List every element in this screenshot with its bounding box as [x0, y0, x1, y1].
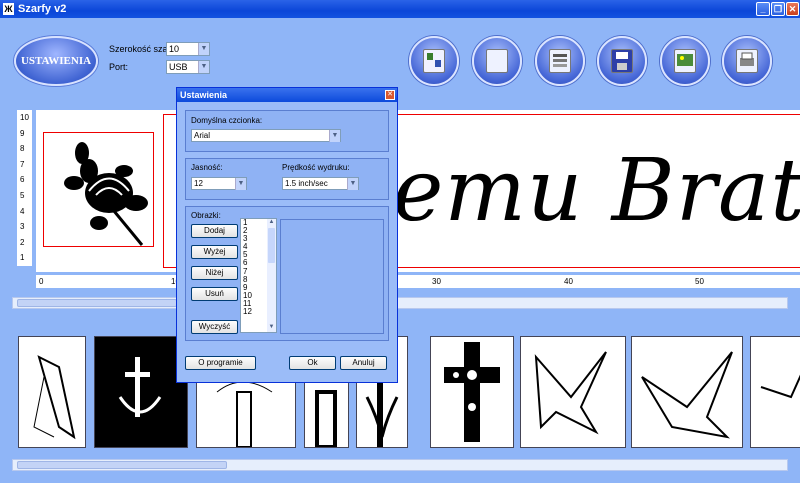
scroll-down-icon[interactable]: ▼ — [267, 324, 276, 332]
list-scrollbar[interactable]: ▲ ▼ — [267, 219, 276, 332]
ruler-tick: 7 — [20, 159, 25, 169]
canvas-scrollbar[interactable] — [12, 297, 788, 309]
image-frame — [43, 132, 154, 247]
port-select[interactable]: USB ▼ — [166, 60, 210, 74]
print-layout-button[interactable] — [535, 36, 585, 86]
image-preview — [280, 219, 384, 334]
ruler-tick: 40 — [564, 277, 573, 286]
port-value: USB — [169, 62, 188, 72]
ruler-tick: 30 — [432, 277, 441, 286]
ruler-tick: 9 — [20, 128, 25, 138]
move-down-button[interactable]: Niżej — [191, 266, 238, 280]
new-document-button[interactable] — [472, 36, 522, 86]
app-icon: Ж — [3, 3, 14, 15]
text-tool-button[interactable] — [409, 36, 459, 86]
images-label: Obrazki: — [191, 211, 221, 220]
print-group: Jasność: 12 ▼ Prędkość wydruku: 1.5 inch/… — [185, 158, 389, 200]
rose-icon — [64, 142, 148, 246]
dialog-title: Ustawienia — [177, 88, 397, 102]
title-bar: Ж Szarfy v2 _ ❐ ✕ — [0, 0, 800, 18]
print-layout-icon — [549, 49, 571, 73]
sash-text: iemu Bratu — [364, 141, 800, 241]
dove-icon[interactable] — [750, 336, 800, 448]
ruler-tick: 5 — [20, 190, 25, 200]
scrollbar-thumb[interactable] — [17, 461, 227, 469]
ruler-tick: 1 — [20, 253, 25, 263]
close-icon[interactable]: ✕ — [385, 90, 395, 100]
width-value: 10 — [169, 44, 180, 54]
cross-flame-icon[interactable] — [94, 336, 188, 448]
save-button[interactable] — [597, 36, 647, 86]
close-button[interactable]: ✕ — [786, 2, 799, 16]
speed-value: 1.5 inch/sec — [285, 179, 328, 188]
font-group: Domyślna czcionka: Arial ▼ — [185, 110, 389, 152]
print-button[interactable] — [722, 36, 772, 86]
horizontal-ruler: 0 10 20 30 40 50 — [36, 275, 800, 288]
chevron-down-icon[interactable]: ▼ — [198, 43, 209, 55]
chevron-down-icon[interactable]: ▼ — [347, 178, 358, 190]
dove-icon[interactable] — [631, 336, 743, 448]
brightness-select[interactable]: 12 ▼ — [191, 177, 247, 190]
settings-dialog: Ustawienia ✕ Domyślna czcionka: Arial ▼ J… — [176, 87, 398, 383]
ruler-tick: 6 — [20, 175, 25, 185]
picture-icon — [674, 49, 696, 73]
maximize-button[interactable]: ❐ — [771, 2, 785, 16]
vertical-ruler: 10 9 8 7 6 5 4 3 2 1 — [17, 110, 32, 266]
width-select[interactable]: 10 ▼ — [166, 42, 210, 56]
brightness-label: Jasność: — [191, 163, 223, 172]
scrollbar-thumb[interactable] — [268, 228, 275, 263]
clear-button[interactable]: Wyczyść — [191, 320, 238, 334]
chevron-down-icon[interactable]: ▼ — [235, 178, 246, 190]
scroll-up-icon[interactable]: ▲ — [267, 219, 276, 227]
ruler-tick: 3 — [20, 222, 25, 232]
font-select[interactable]: Arial ▼ — [191, 129, 341, 142]
thumbnail-strip — [18, 336, 800, 449]
ruler-tick: 2 — [20, 237, 25, 247]
window-title: Szarfy v2 — [18, 3, 67, 15]
chevron-down-icon[interactable]: ▼ — [198, 61, 209, 73]
speed-select[interactable]: 1.5 inch/sec ▼ — [282, 177, 359, 190]
brightness-value: 12 — [194, 179, 203, 188]
ruler-tick: 10 — [20, 113, 29, 122]
ruler-tick: 8 — [20, 144, 25, 154]
sash-canvas[interactable]: iemu Bratu — [36, 110, 800, 272]
images-list[interactable]: ▲ ▼ 1 2 3 4 5 6 7 8 9 10 11 12 — [240, 218, 277, 333]
chevron-down-icon[interactable]: ▼ — [329, 130, 340, 142]
save-disk-icon — [611, 49, 633, 73]
settings-button[interactable]: USTAWIENIA — [14, 36, 98, 86]
floral-cross-icon[interactable] — [430, 336, 514, 448]
praying-hands-icon[interactable] — [18, 336, 86, 448]
scrollbar-thumb[interactable] — [17, 299, 177, 307]
font-value: Arial — [194, 131, 211, 140]
remove-button[interactable]: Usuń — [191, 287, 238, 301]
move-up-button[interactable]: Wyżej — [191, 245, 238, 259]
ruler-tick: 4 — [20, 206, 25, 216]
add-button[interactable]: Dodaj — [191, 224, 238, 238]
font-label: Domyślna czcionka: — [191, 116, 263, 125]
printer-icon — [736, 49, 758, 73]
picture-button[interactable] — [660, 36, 710, 86]
minimize-button[interactable]: _ — [756, 2, 770, 16]
ruler-tick: 0 — [39, 277, 44, 286]
thumbnail-scrollbar[interactable] — [12, 459, 788, 471]
port-label: Port: — [109, 62, 129, 72]
text-tool-icon — [423, 49, 445, 73]
speed-label: Prędkość wydruku: — [282, 163, 350, 172]
about-button[interactable]: O programie — [185, 356, 256, 370]
new-document-icon — [486, 49, 508, 73]
ruler-tick: 50 — [695, 277, 704, 286]
ok-button[interactable]: Ok — [289, 356, 336, 370]
cancel-button[interactable]: Anuluj — [340, 356, 387, 370]
dove-icon[interactable] — [520, 336, 626, 448]
